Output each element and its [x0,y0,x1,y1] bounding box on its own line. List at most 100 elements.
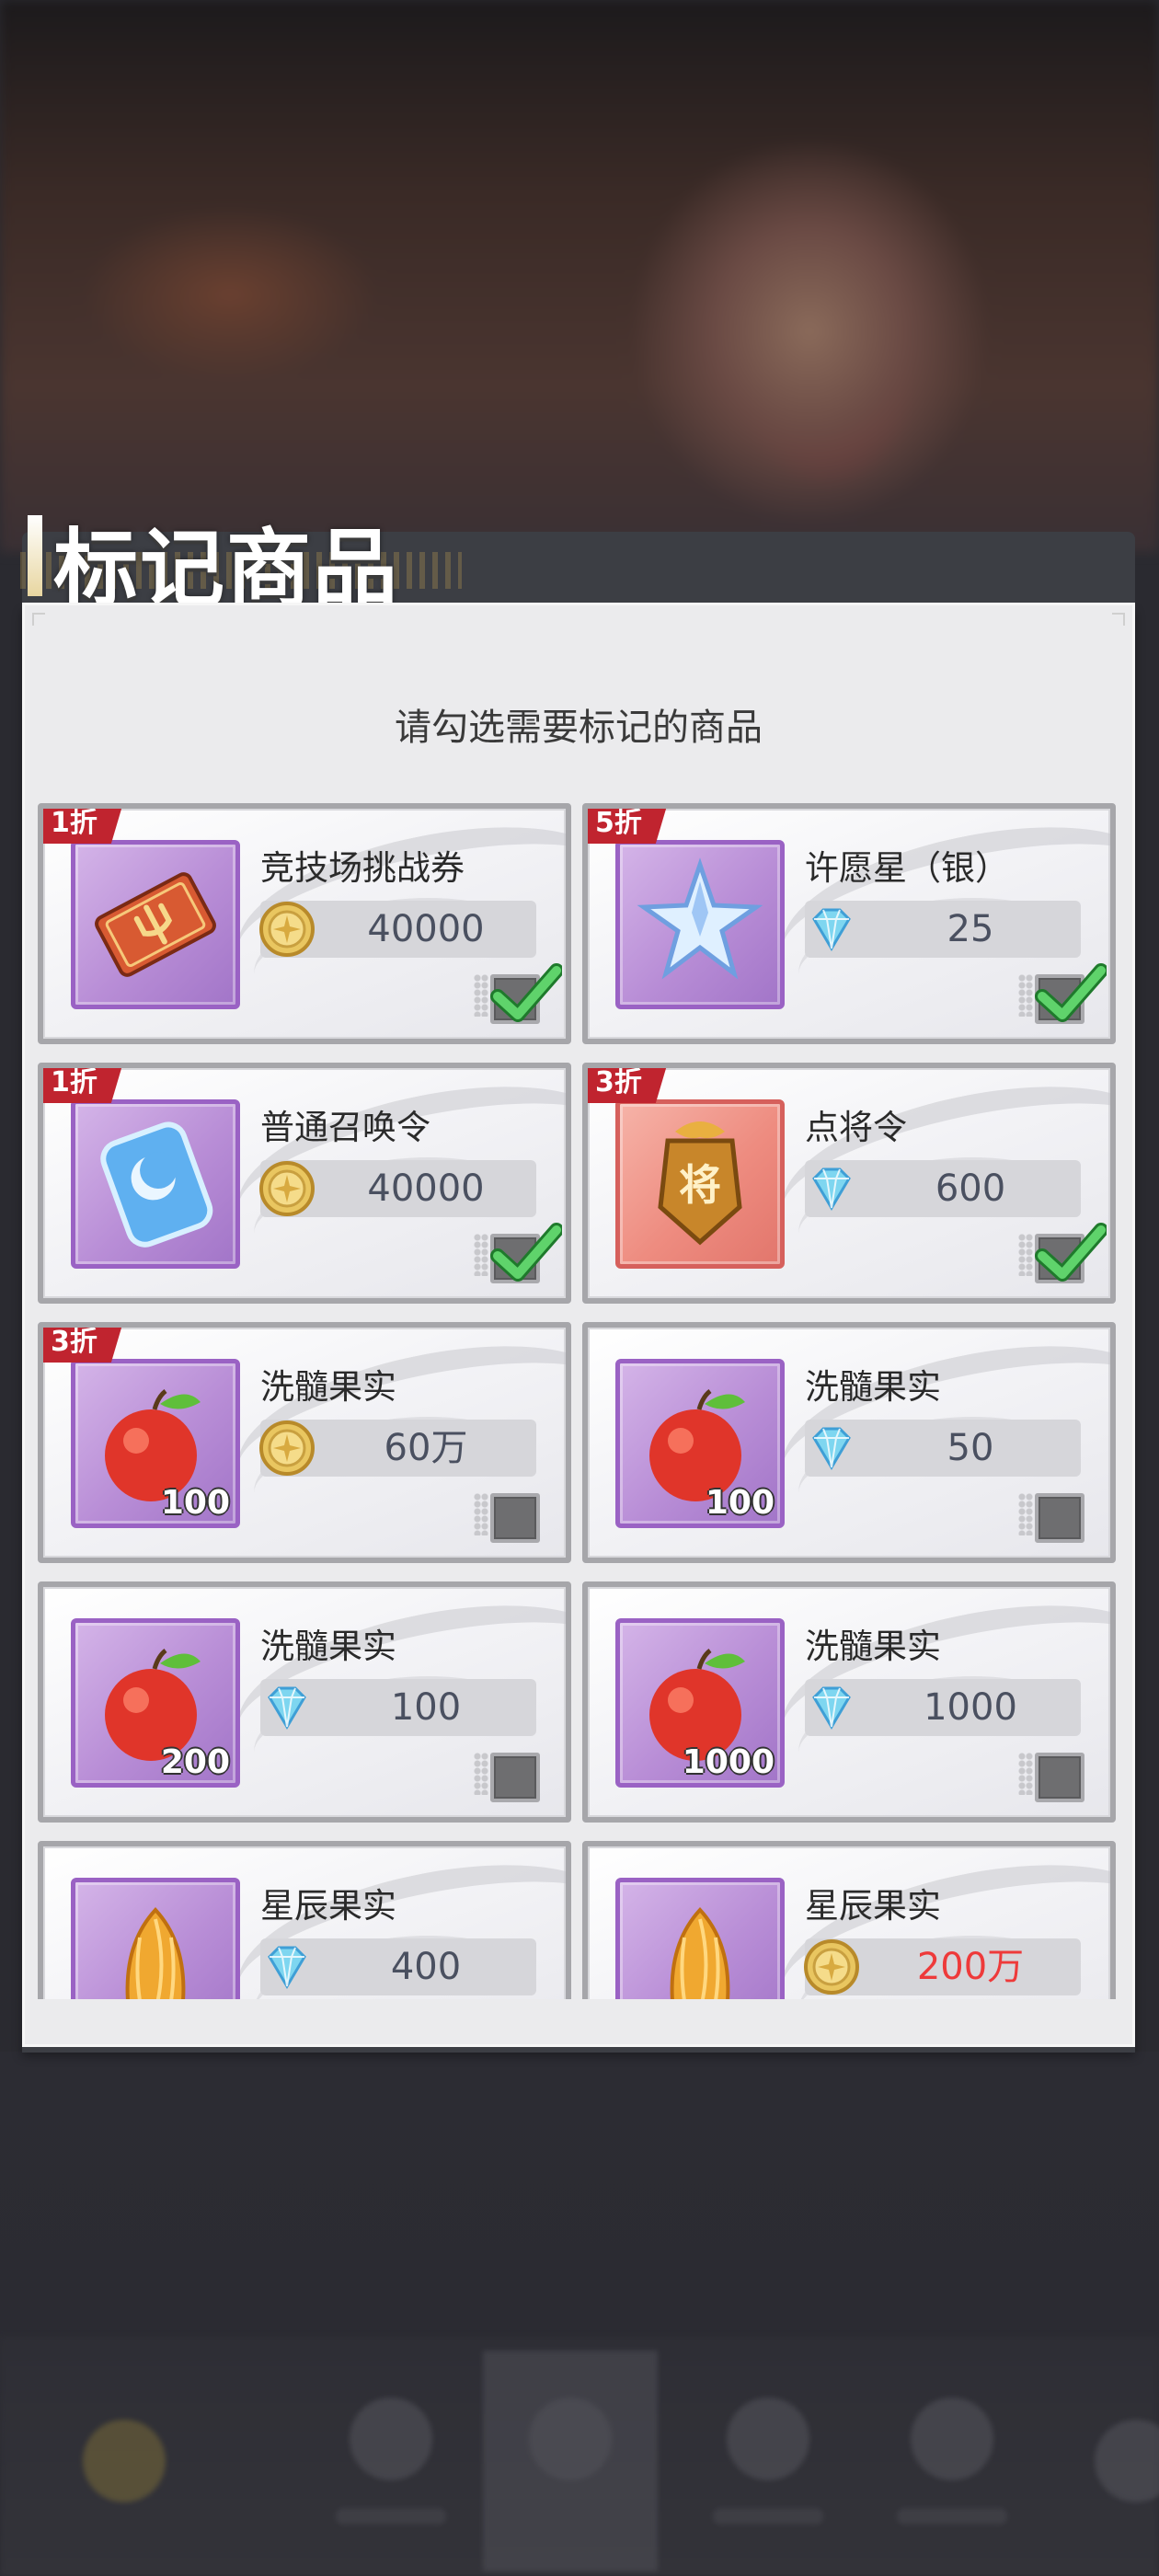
diamond-icon [812,908,851,951]
svg-text:将: 将 [679,1160,721,1210]
price-box: 100 [260,1679,536,1736]
mark-checkbox[interactable] [490,1753,540,1802]
mark-items-dialog: 请勾选需要标记的商品 1折 竞技场挑战券 40000 5折 许愿星（银） 25 … [22,603,1135,2047]
nav-tab-1 [37,2351,212,2571]
diamond-icon [812,1167,851,1211]
checkmark-icon [490,1223,562,1282]
diamond-icon [812,1427,851,1470]
item-icon-frame: 200 [71,1618,240,1788]
grip-dots [1018,1753,1033,1795]
item-card[interactable]: 星辰果实 400 [38,1841,571,1999]
grip-dots [474,1493,488,1535]
item-icon-frame [615,840,785,1009]
summon-order-icon [100,1121,213,1248]
item-name: 许愿星（银） [805,848,1009,888]
item-icon-frame: 100 [615,1359,785,1528]
item-quantity: 100 [160,1484,230,1522]
price-box: 600 [805,1160,1081,1217]
grip-dots [1018,974,1033,1017]
item-name: 星辰果实 [260,1886,396,1926]
grip-dots [474,974,488,1017]
discount-badge: 5折 [588,809,668,844]
item-price: 60万 [384,1427,468,1469]
item-name: 洗髓果实 [805,1367,941,1407]
item-icon-frame [71,1099,240,1269]
mark-checkbox[interactable] [490,963,562,1024]
price-box: 25 [805,901,1081,958]
general-order-icon: 将 [658,1121,742,1246]
star-fruit-icon [125,1907,186,1999]
item-icon-frame [615,1878,785,1999]
nav-tab-2 [304,2351,478,2571]
item-price: 50 [947,1427,994,1469]
item-card[interactable]: 1折 普通召唤令 40000 [38,1063,571,1304]
discount-badge: 1折 [43,809,123,844]
mark-checkbox[interactable] [1035,1223,1107,1283]
mark-checkbox[interactable] [1035,963,1107,1024]
item-name: 洗髓果实 [260,1627,396,1666]
grip-dots [474,1234,488,1276]
gold-coin-icon [259,902,315,957]
price-box: 40000 [259,901,536,958]
item-name: 洗髓果实 [805,1627,941,1666]
item-card[interactable]: 200 洗髓果实 100 [38,1581,571,1823]
mark-checkbox[interactable] [490,1223,562,1283]
item-price: 100 [390,1686,462,1729]
arena-ticket-icon [95,872,216,977]
item-icon-frame [71,840,240,1009]
item-quantity: 200 [160,1743,230,1781]
item-card[interactable]: 5折 许愿星（银） 25 [582,803,1116,1044]
dialog-title-block: 标记商品 [20,497,499,618]
checkmark-icon [1035,1223,1107,1282]
nav-tab-6 [1049,2351,1159,2571]
item-quantity: 1000 [682,1743,775,1781]
price-box: 200万 [804,1938,1081,1995]
nav-tab-5 [865,2351,1039,2571]
item-price: 600 [935,1167,1006,1210]
item-price: 400 [390,1946,462,1988]
gold-coin-icon [804,1939,859,1995]
item-card[interactable]: 3折 100 洗髓果实 60万 [38,1322,571,1563]
grip-dots [1018,1234,1033,1276]
title-accent-bar [28,515,42,596]
mark-checkbox[interactable] [490,1493,540,1543]
item-price: 25 [947,908,994,950]
item-card[interactable]: 星辰果实 200万 [582,1841,1116,1999]
blurred-game-background [0,0,1159,552]
nav-tab-4 [681,2351,855,2571]
diamond-icon [268,1946,306,1989]
discount-badge: 1折 [43,1068,123,1103]
item-price: 40000 [367,908,485,950]
item-icon-frame: 将 [615,1099,785,1269]
gold-coin-icon [259,1161,315,1216]
item-list-scroll[interactable]: 1折 竞技场挑战券 40000 5折 许愿星（银） 25 1折 普通召唤令 40… [38,803,1123,1999]
price-box: 40000 [259,1160,536,1217]
diamond-icon [268,1686,306,1730]
dialog-subtitle: 请勾选需要标记的商品 [395,707,763,749]
discount-badge: 3折 [588,1068,668,1103]
item-name: 星辰果实 [805,1886,941,1926]
item-name: 普通召唤令 [260,1108,430,1147]
silver-wish-star-icon [637,857,763,980]
item-name: 点将令 [805,1108,907,1147]
price-box: 60万 [259,1420,536,1477]
item-icon-frame: 100 [71,1359,240,1528]
discount-badge: 3折 [43,1328,123,1363]
price-box: 1000 [805,1679,1081,1736]
item-name: 洗髓果实 [260,1367,396,1407]
price-box: 50 [805,1420,1081,1477]
gold-coin-icon [259,1420,315,1476]
item-card[interactable]: 1折 竞技场挑战券 40000 [38,803,571,1044]
price-box: 400 [260,1938,536,1995]
item-card[interactable]: 3折 将 点将令 600 [582,1063,1116,1304]
mark-checkbox[interactable] [1035,1493,1084,1543]
item-card[interactable]: 100 洗髓果实 50 [582,1322,1116,1563]
item-icon-frame: 1000 [615,1618,785,1788]
star-fruit-icon [670,1907,730,1999]
grip-dots [1018,1493,1033,1535]
item-card[interactable]: 1000 洗髓果实 1000 [582,1581,1116,1823]
mark-checkbox[interactable] [1035,1753,1084,1802]
item-quantity: 100 [705,1484,775,1522]
nav-tab-3 [483,2351,658,2571]
checkmark-icon [490,963,562,1022]
